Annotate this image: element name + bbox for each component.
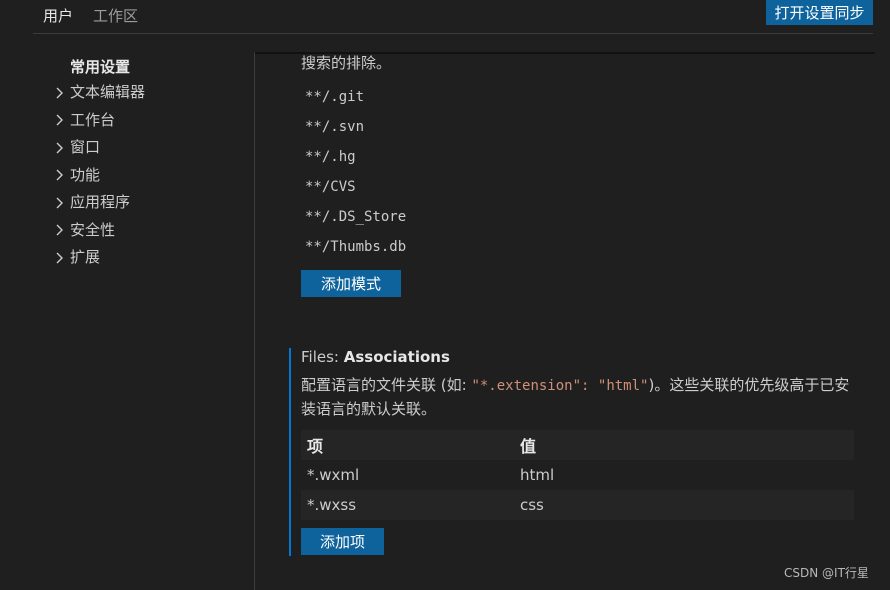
table-row[interactable]: *.wxml html xyxy=(301,460,854,490)
row-item: *.wxss xyxy=(307,496,357,514)
toc-item-application[interactable]: 应用程序 xyxy=(48,189,248,217)
chevron-right-icon xyxy=(48,107,70,135)
list-item[interactable]: **/.git xyxy=(301,82,406,112)
watermark: CSDN @IT行星 xyxy=(784,566,869,580)
toc-item-label: 工作台 xyxy=(70,110,116,129)
setting-category: Files: xyxy=(301,348,344,366)
toc-item-label: 功能 xyxy=(70,165,101,184)
toc-item-label: 安全性 xyxy=(70,220,116,239)
chevron-right-icon xyxy=(48,244,70,272)
setting-key: Associations xyxy=(343,348,450,366)
chevron-right-icon xyxy=(48,79,70,107)
add-pattern-button[interactable]: 添加模式 xyxy=(301,270,401,297)
open-settings-sync-button[interactable]: 打开设置同步 xyxy=(766,0,873,25)
list-item[interactable]: **/.svn xyxy=(301,112,406,142)
toc-item-features[interactable]: 功能 xyxy=(48,162,248,190)
toc-common-settings[interactable]: 常用设置 xyxy=(48,55,248,79)
table-header: 项 值 xyxy=(301,430,854,460)
list-item[interactable]: **/CVS xyxy=(301,172,406,202)
list-item[interactable]: **/Thumbs.db xyxy=(301,232,406,262)
column-header-value: 值 xyxy=(520,437,537,456)
setting-title-files-associations: Files: Associations xyxy=(301,348,450,366)
toc-item-label: 应用程序 xyxy=(70,193,131,211)
settings-toc: 常用设置 文本编辑器 工作台 窗口 功能 应用程序 安全性 扩展 xyxy=(48,55,248,272)
settings-list: 搜索的排除。 **/.git **/.svn **/.hg **/CVS **/… xyxy=(255,54,875,590)
chevron-right-icon xyxy=(48,217,70,245)
toc-item-extensions[interactable]: 扩展 xyxy=(48,244,248,272)
row-value: css xyxy=(520,496,544,514)
exclude-pattern-list: **/.git **/.svn **/.hg **/CVS **/.DS_Sto… xyxy=(301,82,406,262)
header-divider xyxy=(33,33,873,34)
desc-code-example: "*.extension": "html" xyxy=(471,378,649,394)
chevron-right-icon xyxy=(48,134,70,162)
toc-item-window[interactable]: 窗口 xyxy=(48,134,248,162)
tab-user[interactable]: 用户 xyxy=(33,0,84,34)
focused-setting-indicator xyxy=(289,348,291,556)
associations-table: 项 值 *.wxml html *.wxss css xyxy=(301,430,854,520)
toc-item-security[interactable]: 安全性 xyxy=(48,217,248,245)
chevron-right-icon xyxy=(48,162,70,190)
files-exclude-description: 搜索的排除。 xyxy=(301,54,392,72)
toc-item-label: 文本编辑器 xyxy=(70,83,146,101)
list-item[interactable]: **/.DS_Store xyxy=(301,202,406,232)
tab-workspace[interactable]: 工作区 xyxy=(83,0,148,34)
add-item-button[interactable]: 添加项 xyxy=(301,528,384,555)
table-row[interactable]: *.wxss css xyxy=(301,490,854,520)
settings-scope-tabs: 用户 工作区 xyxy=(33,0,148,34)
desc-prefix: 配置语言的文件关联 (如: xyxy=(301,376,472,394)
row-item: *.wxml xyxy=(307,466,360,484)
settings-editor: 用户 工作区 打开设置同步 常用设置 文本编辑器 工作台 窗口 功能 应用程序 … xyxy=(0,0,890,590)
toc-item-label: 扩展 xyxy=(70,248,101,266)
toc-item-text-editor[interactable]: 文本编辑器 xyxy=(48,79,248,107)
setting-description: 配置语言的文件关联 (如: "*.extension": "html")。这些关… xyxy=(301,374,861,421)
toc-item-label: 窗口 xyxy=(70,138,101,156)
column-header-item: 项 xyxy=(307,437,324,456)
toc-item-workbench[interactable]: 工作台 xyxy=(48,107,248,135)
chevron-right-icon xyxy=(48,189,70,217)
row-value: html xyxy=(520,466,555,484)
list-item[interactable]: **/.hg xyxy=(301,142,406,172)
